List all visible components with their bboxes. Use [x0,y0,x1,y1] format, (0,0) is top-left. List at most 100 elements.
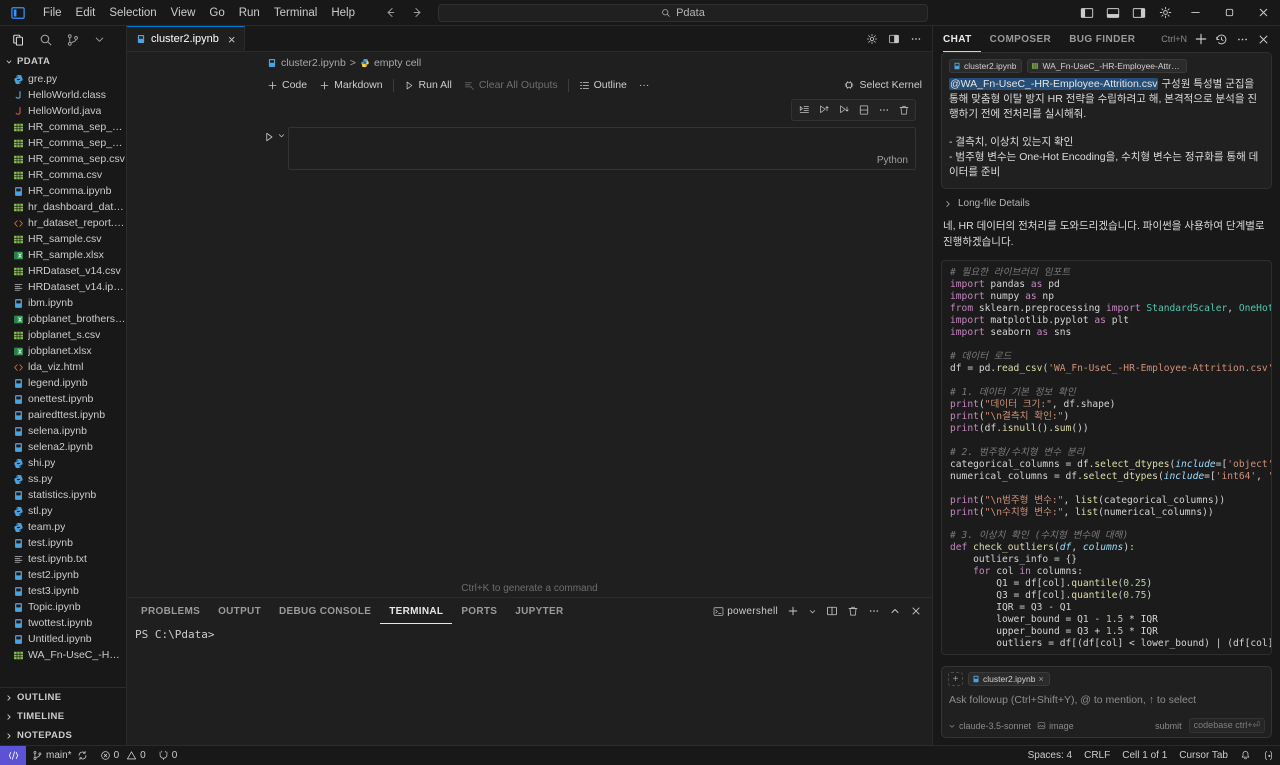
add-markdown-cell-button[interactable]: Markdown [313,77,388,93]
file-tree-item[interactable]: pairedttest.ipynb [0,407,126,423]
file-tree-item[interactable]: HelloWorld.class [0,87,126,103]
sidebar-section-notepads[interactable]: NOTEPADS [0,726,126,745]
cell-more-actions-icon[interactable] [874,101,893,119]
maximize-panel-icon[interactable] [885,603,905,619]
run-by-line-icon[interactable] [794,101,813,119]
chat-history-icon[interactable] [1212,29,1231,49]
file-tree-item[interactable]: jobplanet_s.csv [0,327,126,343]
file-tree-item[interactable]: stl.py [0,503,126,519]
file-tree-item[interactable]: HRDataset_v14.csv [0,263,126,279]
file-tree-item[interactable]: HR_comma_sep.csv [0,151,126,167]
long-file-details-toggle[interactable]: Long-file Details [941,189,1272,215]
file-tree-item[interactable]: shi.py [0,455,126,471]
submit-button[interactable]: submit [1155,721,1182,731]
context-chip[interactable]: cluster2.ipynb [949,59,1023,73]
sidebar-section-timeline[interactable]: TIMELINE [0,707,126,726]
notebook-settings-gear-icon[interactable] [862,28,882,50]
file-tree-item[interactable]: selena2.ipynb [0,439,126,455]
file-tree-item[interactable]: HRDataset_v14.ipynb.... [0,279,126,295]
split-editor-icon[interactable] [884,28,904,50]
chat-conversation[interactable]: cluster2.ipynb WA_Fn-UseC_-HR-Employee-A… [933,52,1280,660]
split-terminal-icon[interactable] [822,603,842,619]
menu-file[interactable]: File [36,4,69,22]
file-tree-item[interactable]: jobplanet.xlsx [0,343,126,359]
menu-edit[interactable]: Edit [69,4,103,22]
cell-code-input[interactable]: Python [288,127,916,170]
chevron-down-icon[interactable] [277,131,286,140]
close-icon[interactable]: × [228,33,236,46]
menu-selection[interactable]: Selection [102,4,163,22]
file-tree-item[interactable]: HR_comma_sep_capp... [0,119,126,135]
explorer-icon[interactable] [6,28,31,52]
add-code-cell-button[interactable]: Code [261,77,313,93]
file-tree-item[interactable]: HR_comma.csv [0,167,126,183]
context-chip[interactable]: WA_Fn-UseC_-HR-Employee-Attrit... [1027,59,1188,73]
file-tree-item[interactable]: test2.ipynb [0,567,126,583]
codebase-button[interactable]: codebase ctrl+⏎ [1188,718,1265,733]
file-tree-item[interactable]: team.py [0,519,126,535]
tab-problems[interactable]: PROBLEMS [132,598,209,624]
file-tree-item[interactable]: legend.ipynb [0,375,126,391]
settings-gear-icon[interactable] [1152,2,1178,24]
file-tree-item[interactable]: twottest.ipynb [0,615,126,631]
problems-indicator[interactable]: 0 0 [94,746,152,765]
cell-language-label[interactable]: Python [877,155,908,166]
tab-ports[interactable]: PORTS [452,598,506,624]
back-arrow-icon[interactable] [384,6,397,19]
run-above-cells-icon[interactable] [814,101,833,119]
file-tree-item[interactable]: WA_Fn-UseC_-HR-Em... [0,647,126,663]
explorer-section-header[interactable]: PDATA [0,53,126,70]
run-cell-icon[interactable] [263,131,275,143]
menu-terminal[interactable]: Terminal [267,4,324,22]
file-mention[interactable]: @WA_Fn-UseC_-HR-Employee-Attrition.csv [949,78,1159,90]
tab-debug-console[interactable]: DEBUG CONSOLE [270,598,380,624]
tab-composer[interactable]: COMPOSER [981,26,1061,52]
file-tree-item[interactable]: test.ipynb.txt [0,551,126,567]
add-context-button[interactable]: + [948,672,963,686]
file-tree-item[interactable]: HR_comma_sep_clean... [0,135,126,151]
cursor-account-icon[interactable] [1257,746,1280,765]
file-tree-item[interactable]: HelloWorld.java [0,103,126,119]
remote-host-indicator[interactable] [0,745,26,765]
file-tree-item[interactable]: statistics.ipynb [0,487,126,503]
file-tree-item[interactable]: Topic.ipynb [0,599,126,615]
window-close-button[interactable] [1246,0,1280,26]
close-panel-icon[interactable] [906,603,926,619]
file-tree-item[interactable]: gre.py [0,71,126,87]
file-tree-item[interactable]: jobplanet_brothers.xlsx [0,311,126,327]
chat-more-actions-icon[interactable] [1233,29,1252,49]
chat-followup-input[interactable]: Ask followup (Ctrl+Shift+Y), @ to mentio… [948,692,1265,718]
panel-more-actions-icon[interactable] [864,603,884,619]
file-tree-item[interactable]: HR_comma.ipynb [0,183,126,199]
file-tree-item[interactable]: test3.ipynb [0,583,126,599]
tab-chat[interactable]: CHAT [943,26,981,52]
cell-position-indicator[interactable]: Cell 1 of 1 [1116,746,1173,765]
new-terminal-button[interactable] [783,603,803,619]
close-chat-icon[interactable] [1254,29,1273,49]
forward-arrow-icon[interactable] [411,6,424,19]
toggle-secondary-sidebar-icon[interactable] [1126,2,1152,24]
eol-indicator[interactable]: CRLF [1078,746,1116,765]
attach-image-button[interactable]: image [1037,721,1074,731]
file-tree-item[interactable]: Untitled.ipynb [0,631,126,647]
git-branch-indicator[interactable]: main* [26,746,94,765]
notifications-bell-icon[interactable] [1234,746,1257,765]
file-tree-item[interactable]: hr_dataset_report.html [0,215,126,231]
outline-button[interactable]: Outline [573,77,633,93]
notebook-more-actions-button[interactable]: ··· [633,77,656,93]
toggle-panel-icon[interactable] [1100,2,1126,24]
delete-cell-icon[interactable] [894,101,913,119]
file-tree-item[interactable]: test.ipynb [0,535,126,551]
source-control-icon[interactable] [60,28,85,52]
terminal-shell-selector[interactable]: powershell [709,604,782,619]
menu-view[interactable]: View [164,4,203,22]
tab-jupyter[interactable]: JUPYTER [506,598,572,624]
terminal-output[interactable]: PS C:\Pdata> [127,624,932,745]
menu-help[interactable]: Help [324,4,362,22]
command-search-bar[interactable]: Pdata [437,3,928,22]
file-tree-item[interactable]: HR_sample.xlsx [0,247,126,263]
clear-all-outputs-button[interactable]: Clear All Outputs [458,77,564,93]
search-icon[interactable] [33,28,58,52]
file-tree-item[interactable]: lda_viz.html [0,359,126,375]
menu-go[interactable]: Go [202,4,231,22]
